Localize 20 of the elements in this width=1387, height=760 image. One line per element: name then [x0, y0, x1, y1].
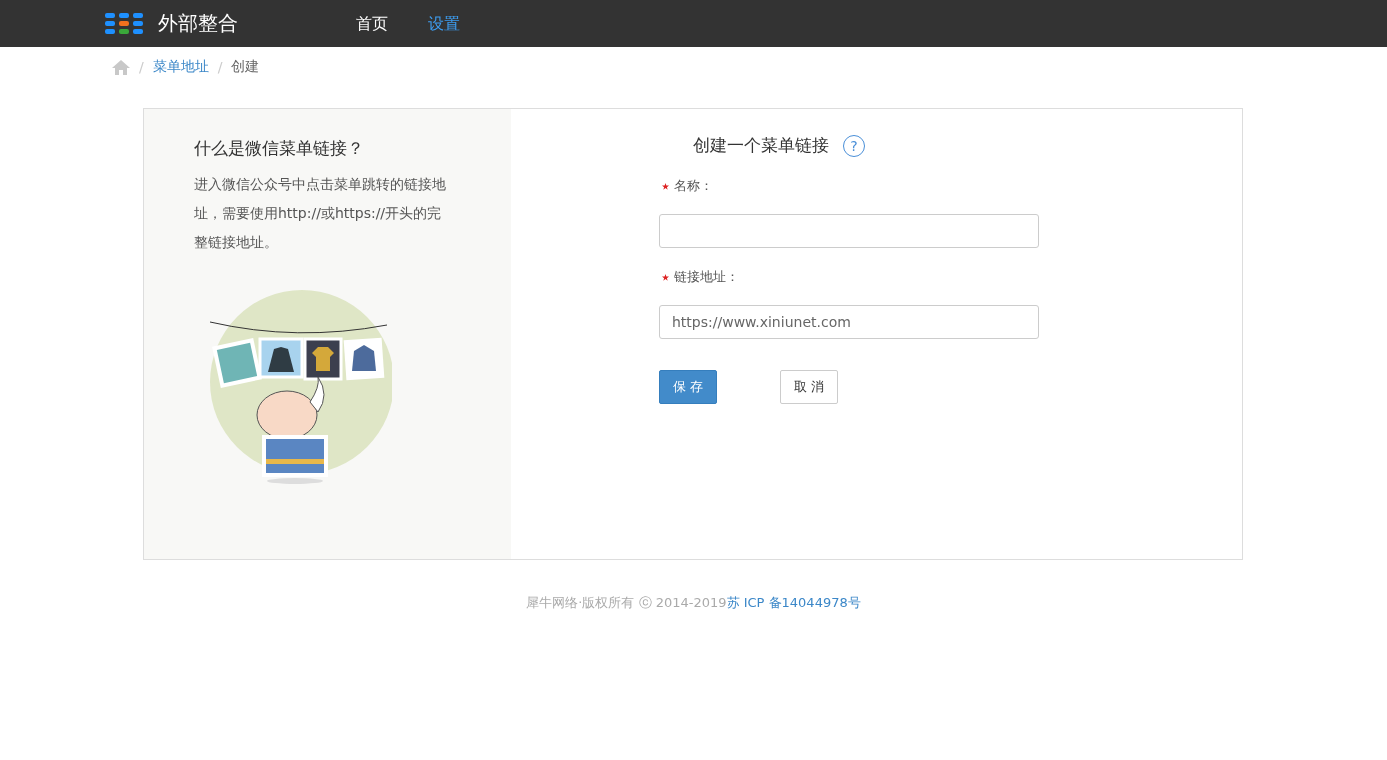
copyright-text: 犀牛网络·版权所有 ⓒ 2014-2019: [526, 595, 727, 610]
home-icon[interactable]: [112, 59, 130, 75]
info-text: 进入微信公众号中点击菜单跳转的链接地址，需要使用http://或https://开头的完整链接地址。: [194, 175, 447, 252]
breadcrumb-link[interactable]: 菜单地址: [152, 58, 209, 76]
field-label: 链接地址：: [674, 268, 739, 286]
save-button[interactable]: 保 存: [659, 370, 717, 404]
info-title: 什么是微信菜单链接？: [194, 137, 365, 160]
field-label: 名称：: [674, 177, 713, 195]
nav-link[interactable]: 设置: [418, 0, 480, 47]
grid-logo-icon: [105, 12, 143, 35]
icp-link[interactable]: 苏 ICP 备14044978号: [726, 595, 861, 610]
nav-link[interactable]: 首页: [346, 0, 408, 47]
input-field[interactable]: https://www.xiniunet.com: [659, 305, 1039, 339]
site-title: 外部整合: [158, 10, 238, 37]
cancel-button[interactable]: 取 消: [780, 370, 838, 404]
breadcrumb-separator: /: [217, 59, 223, 75]
form-title: 创建一个菜单链接: [693, 134, 829, 157]
breadcrumb-separator: /: [139, 59, 144, 75]
breadcrumb-current: 创建: [231, 58, 260, 76]
input-field[interactable]: [659, 214, 1039, 248]
